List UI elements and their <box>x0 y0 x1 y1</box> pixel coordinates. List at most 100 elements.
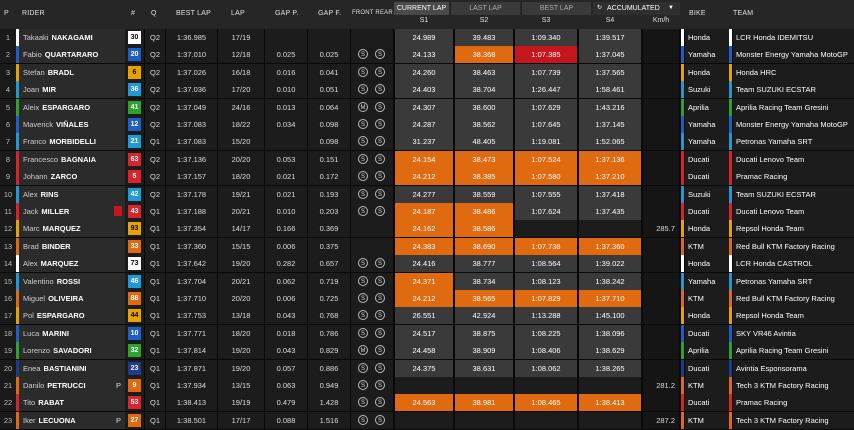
rider-number-badge: 88 <box>128 292 141 305</box>
tyre-cell <box>351 237 393 255</box>
col-gap-f[interactable]: GAP F. <box>318 10 341 17</box>
bike-color-stripe <box>681 203 684 220</box>
rider-last-name: PETRUCCI <box>47 381 86 390</box>
table-row[interactable]: 8 Francesco BAGNAIA 63 Q2 1:37.136 20/20 0.053 0… <box>0 150 854 168</box>
bike-cell: Ducati <box>685 203 729 220</box>
rider-cell[interactable]: Stefan BRADL <box>19 63 125 81</box>
tab-current-lap[interactable]: CURRENT LAP <box>394 2 449 15</box>
rider-last-name: RABAT <box>38 398 64 408</box>
sector-s3-cell: 1:07.629 <box>515 98 577 116</box>
rider-cell[interactable]: Iker LECUONA P <box>19 411 125 429</box>
rider-last-name: VIÑALES <box>56 120 89 129</box>
rider-cell[interactable]: Enea BASTIANINI <box>19 359 125 377</box>
tab-best-lap[interactable]: BEST LAP <box>522 2 591 15</box>
rider-cell[interactable]: Alex MARQUEZ <box>19 255 125 273</box>
rider-number-badge: 93 <box>128 222 141 236</box>
table-row[interactable]: 4 Joan MIR 36 Q2 1:37.036 17/20 0.010 0.051 S S 24.… <box>0 81 854 99</box>
table-row[interactable]: 10 Alex RINS 42 Q2 1:37.178 19/21 0.021 0.193 S S 2… <box>0 185 854 203</box>
rider-first-name: Franco <box>23 137 47 147</box>
rider-cell[interactable]: Marc MARQUEZ <box>19 220 125 238</box>
rear-tyre-icon: S <box>375 327 385 338</box>
rider-cell[interactable]: Alex RINS <box>19 185 125 203</box>
rider-last-name: SAVADORI <box>53 346 92 356</box>
table-row[interactable]: 18 Luca MARINI 10 Q1 1:37.771 18/20 0.018 0.786 S… <box>0 324 854 342</box>
table-row[interactable]: 17 Pol ESPARGARO 44 Q1 1:37.753 13/18 0.043 0.76… <box>0 307 854 325</box>
rider-cell[interactable]: Pol ESPARGARO <box>19 307 125 325</box>
table-row[interactable]: 20 Enea BASTIANINI 23 Q1 1:37.871 19/20 0.057 0.… <box>0 359 854 377</box>
number-cell: 93 <box>125 220 144 238</box>
rider-last-name: ESPARGARO <box>36 311 85 321</box>
rider-cell[interactable]: Danilo PETRUCCI P <box>19 377 125 394</box>
tab-accumulated[interactable]: ACCUMULATED ▼ ↻ <box>593 2 680 15</box>
rider-cell[interactable]: Maverick VIÑALES <box>19 116 125 133</box>
table-row[interactable]: 1 Takaaki NAKAGAMI 30 Q2 1:36.985 17/19 24.989 3… <box>0 29 854 46</box>
table-row[interactable]: 23 Iker LECUONA P 27 Q1 1:38.501 17/17 0.088 1.51… <box>0 411 854 429</box>
sector-s4-cell: 1:39.022 <box>579 255 641 273</box>
best-lap-cell: 1:36.985 <box>166 29 217 46</box>
table-row[interactable]: 13 Brad BINDER 33 Q1 1:37.360 15/15 0.006 0.375 2… <box>0 237 854 255</box>
rider-cell[interactable]: Luca MARINI <box>19 324 125 342</box>
position-cell: 19 <box>0 342 16 360</box>
table-row[interactable]: 5 Aleix ESPARGARO 41 Q2 1:37.049 24/16 0.013 0.0… <box>0 98 854 116</box>
table-row[interactable]: 16 Miguel OLIVEIRA 88 Q1 1:37.710 20/20 0.006 0.… <box>0 290 854 307</box>
team-stripe <box>729 394 732 412</box>
team-stripe <box>729 98 732 116</box>
table-row[interactable]: 14 Alex MARQUEZ 73 Q1 1:37.642 19/20 0.282 0.657… <box>0 255 854 273</box>
table-row[interactable]: 3 Stefan BRADL 6 Q2 1:37.026 16/18 0.016 0.041 S S… <box>0 63 854 81</box>
table-row[interactable]: 19 Lorenzo SAVADORI 32 Q1 1:37.814 19/20 0.043 0… <box>0 342 854 360</box>
gap-p-cell: 0.013 <box>265 98 307 116</box>
speed-cell <box>643 394 679 412</box>
rider-cell[interactable]: Jack MILLER <box>19 203 125 220</box>
team-stripe <box>729 307 732 325</box>
rider-cell[interactable]: Joan MIR <box>19 81 125 99</box>
rider-cell[interactable]: Takaaki NAKAGAMI <box>19 29 125 46</box>
rider-cell[interactable]: Tito RABAT <box>19 394 125 412</box>
rider-number-badge: 41 <box>128 100 141 114</box>
pit-indicator: P <box>115 381 121 390</box>
sector-s2-cell: 38.473 <box>455 150 513 168</box>
bike-cell: Ducati <box>685 359 729 377</box>
gap-p-cell: 0.021 <box>265 185 307 203</box>
position-cell: 10 <box>0 185 16 203</box>
position-cell: 16 <box>0 290 16 307</box>
table-row[interactable]: 9 Johann ZARCO 5 Q2 1:37.157 18/20 0.021 0.172 S S… <box>0 168 854 186</box>
table-row[interactable]: 11 Jack MILLER 43 Q1 1:37.188 20/21 0.010 0.203 S… <box>0 203 854 220</box>
position-cell: 4 <box>0 81 16 99</box>
rear-tyre-icon: S <box>375 414 385 425</box>
sector-s3-cell: 1:07.524 <box>515 150 577 168</box>
rider-last-name: MARQUEZ <box>42 224 81 234</box>
front-tyre-icon: S <box>358 84 368 95</box>
tyre-cell: SS <box>351 46 393 64</box>
rider-cell[interactable]: Aleix ESPARGARO <box>19 98 125 116</box>
rider-cell[interactable]: Miguel OLIVEIRA <box>19 290 125 307</box>
table-row[interactable]: 12 Marc MARQUEZ 93 Q1 1:37.354 14/17 0.166 0.369… <box>0 220 854 238</box>
rider-cell[interactable]: Johann ZARCO <box>19 168 125 186</box>
col-gap-p[interactable]: GAP P. <box>275 10 299 17</box>
front-tyre-icon: S <box>358 66 368 77</box>
rider-cell[interactable]: Brad BINDER <box>19 237 125 255</box>
rider-cell[interactable]: Franco MORBIDELLI <box>19 133 125 151</box>
table-row[interactable]: 6 Maverick VIÑALES 12 Q2 1:37.083 18/22 0.034 0.… <box>0 116 854 133</box>
sector-s3-cell: 1:08.465 <box>515 394 577 412</box>
rider-cell[interactable]: Fabio QUARTARARO <box>19 46 125 64</box>
rider-last-name: MORBIDELLI <box>49 137 97 147</box>
rider-cell[interactable]: Valentino ROSSI <box>19 272 125 290</box>
tyre-cell: SS <box>351 290 393 307</box>
qualifying-cell: Q1 <box>145 272 165 290</box>
table-row[interactable]: 2 Fabio QUARTARARO 20 Q2 1:37.010 12/18 0.025 0.… <box>0 46 854 64</box>
sector-s1-cell: 24.563 <box>395 394 453 412</box>
speed-cell <box>643 133 679 151</box>
table-row[interactable]: 21 Danilo PETRUCCI P 9 Q1 1:37.934 13/15 0.063 0.… <box>0 377 854 394</box>
sector-s2-cell: 38.777 <box>455 255 513 273</box>
table-row[interactable]: 22 Tito RABAT 53 Q1 1:38.413 19/19 0.479 1.428 S S… <box>0 394 854 412</box>
speed-cell <box>643 116 679 133</box>
col-best-lap[interactable]: BEST LAP <box>176 10 211 17</box>
tab-last-lap[interactable]: LAST LAP <box>451 2 520 15</box>
sector-s2-cell: 38.600 <box>455 98 513 116</box>
rider-cell[interactable]: Francesco BAGNAIA <box>19 150 125 168</box>
table-row[interactable]: 7 Franco MORBIDELLI 21 Q1 1:37.083 15/20 0.098 S… <box>0 133 854 151</box>
rear-tyre-icon: S <box>375 275 385 286</box>
rider-cell[interactable]: Lorenzo SAVADORI <box>19 342 125 360</box>
rider-first-name: Joan <box>23 85 40 95</box>
table-row[interactable]: 15 Valentino ROSSI 46 Q1 1:37.704 20/21 0.062 0.… <box>0 272 854 290</box>
